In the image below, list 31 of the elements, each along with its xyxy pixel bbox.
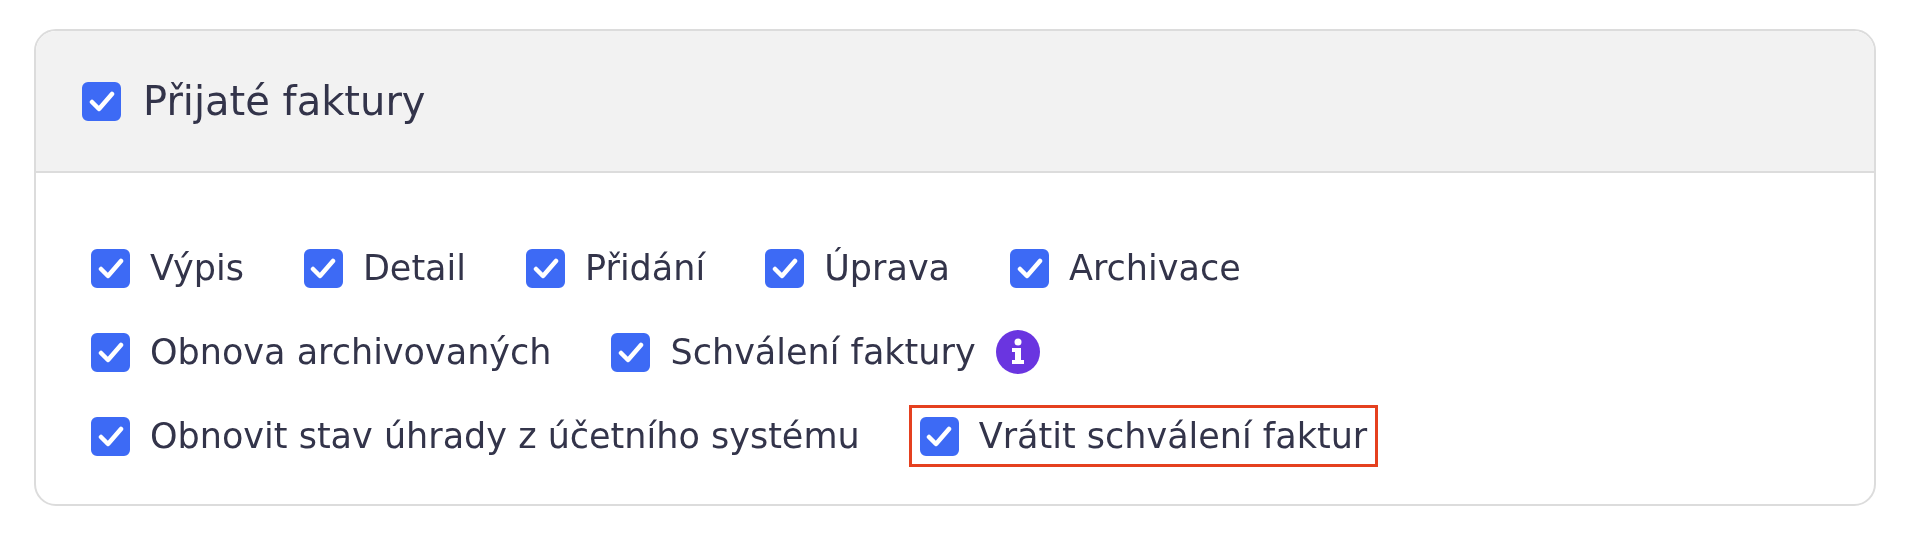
check-icon [310,257,337,279]
checkbox[interactable] [526,248,565,288]
checkbox[interactable] [611,332,651,372]
option-label: Vrátit schválení faktur [978,416,1368,456]
check-icon [1016,257,1043,279]
option-label: Výpis [150,248,244,288]
option-label: Obnovit stav úhrady z účetního systému [150,416,860,456]
check-icon [97,257,124,279]
option-label: Obnova archivovaných [150,332,552,372]
section-title: Přijaté faktury [143,78,426,124]
option-label: Přidání [585,248,706,288]
check-icon [926,425,953,447]
checkbox[interactable] [765,248,805,288]
option-label: Archivace [1069,248,1241,288]
info-icon[interactable] [995,330,1040,374]
check-icon [88,90,115,112]
checkbox[interactable] [91,416,130,456]
checkbox[interactable] [919,416,959,456]
option-label: Detail [362,248,466,288]
checkbox[interactable] [91,248,130,288]
check-icon [97,425,124,447]
checkbox[interactable] [303,248,343,288]
check-icon [532,257,559,279]
option-label: Schválení faktury [670,332,976,372]
checkbox[interactable] [91,332,130,372]
check-icon [97,341,124,363]
check-icon [618,341,644,363]
check-icon [771,257,798,279]
checkbox[interactable] [82,81,121,121]
checkbox[interactable] [1010,248,1050,288]
option-label: Úprava [824,248,951,288]
